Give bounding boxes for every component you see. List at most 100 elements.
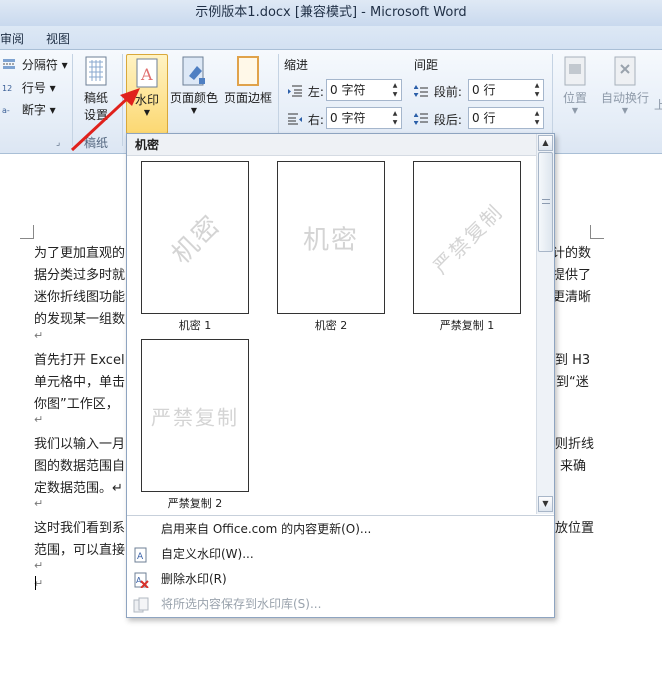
manuscript-settings-button[interactable]: 稿纸 设置 <box>78 56 114 123</box>
spinner-arrows-icon[interactable]: ▲ ▼ <box>390 109 400 127</box>
paragraph-mark: ↵ <box>34 329 44 342</box>
watermark-preview-text: 严禁复制 <box>151 405 239 429</box>
group-separator <box>72 54 73 146</box>
watermark-option-label: 严禁复制 2 <box>167 497 223 510</box>
margin-corner-mark <box>20 225 34 239</box>
text-cursor <box>35 576 36 590</box>
manuscript-label-1: 稿纸 <box>83 91 108 105</box>
watermark-option-label: 机密 1 <box>178 319 212 332</box>
grip-icon <box>542 199 550 204</box>
remove-watermark-menu-item[interactable]: A 删除水印(R) <box>127 567 554 592</box>
indent-right-label: 右: <box>307 113 324 127</box>
manuscript-group-label: 稿纸 <box>84 136 109 150</box>
chevron-down-icon: ▼ <box>571 106 579 115</box>
page-color-label: 页面颜色 <box>170 91 219 105</box>
indent-left-label: 左: <box>307 85 324 99</box>
doc-text-line: 提供了 <box>552 268 592 283</box>
indent-title: 缩进 <box>284 58 309 72</box>
separator-button[interactable]: 分隔符 ▾ <box>2 56 68 73</box>
spinner-arrows-icon[interactable]: ▲ ▼ <box>532 81 542 99</box>
svg-text:A: A <box>140 65 153 84</box>
scroll-up-icon[interactable]: ▲ <box>538 135 553 151</box>
doc-text-line: 据分类过多时就 <box>34 268 126 283</box>
page-setup-dialog-launcher[interactable]: ⌟ <box>56 138 60 148</box>
doc-text-line: 定数据范围。↵ <box>34 481 123 496</box>
remove-watermark-label: 删除水印(R) <box>161 572 227 586</box>
tab-review[interactable]: 审阅 <box>0 30 24 47</box>
paragraph-mark: ↵ <box>34 413 44 426</box>
line-numbers-icon: 12 <box>2 81 16 93</box>
indent-left-value: 0 字符 <box>330 83 366 97</box>
menu-divider <box>127 515 554 516</box>
bring-forward-button[interactable]: 上 <box>654 96 662 113</box>
watermark-option-label: 严禁复制 1 <box>439 319 495 332</box>
hyphenation-label: 断字 <box>21 103 46 117</box>
spacing-title: 间距 <box>414 58 439 72</box>
manuscript-label-2: 设置 <box>83 108 108 122</box>
watermark-preview-text: 机密 <box>302 225 360 255</box>
watermark-option-confidential-2[interactable]: 机密 机密 2 <box>277 161 387 333</box>
spacing-after-row: 段后: <box>413 111 462 128</box>
hyphenation-button[interactable]: a- 断字 ▾ <box>2 101 56 118</box>
svg-text:a-: a- <box>2 106 10 115</box>
chevron-down-icon: ▼ <box>143 108 151 117</box>
indent-right-value: 0 字符 <box>330 111 366 125</box>
chevron-down-icon: ▼ <box>190 106 198 115</box>
watermark-thumbnail: 严禁复制 <box>413 161 521 314</box>
group-separator <box>122 54 123 146</box>
scroll-down-icon[interactable]: ▼ <box>538 496 553 512</box>
manuscript-icon <box>78 56 114 89</box>
position-icon <box>556 56 594 89</box>
window-title: 示例版本1.docx [兼容模式] - Microsoft Word <box>195 5 467 20</box>
doc-text-line: 迷你折线图功能 <box>34 290 126 305</box>
save-to-watermark-gallery-label: 将所选内容保存到水印库(S)... <box>161 597 322 611</box>
watermark-option-do-not-copy-1[interactable]: 严禁复制 严禁复制 1 <box>413 161 523 333</box>
indent-right-field[interactable]: 0 字符 ▲ ▼ <box>326 107 402 129</box>
margin-corner-mark <box>590 225 604 239</box>
watermark-icon: A <box>127 58 167 91</box>
custom-watermark-label: 自定义水印(W)... <box>161 547 254 561</box>
watermark-button[interactable]: A 水印 ▼ <box>126 54 168 134</box>
spinner-arrows-icon[interactable]: ▲ ▼ <box>532 109 542 127</box>
indent-left-field[interactable]: 0 字符 ▲ ▼ <box>326 79 402 101</box>
update-from-office-menu-item[interactable]: 启用来自 Office.com 的内容更新(O)... <box>127 517 554 542</box>
scrollbar-thumb[interactable] <box>538 152 553 252</box>
doc-text-line: 单元格中，单击 <box>34 375 126 390</box>
spacing-before-value: 0 行 <box>472 83 496 97</box>
watermark-option-label: 机密 2 <box>314 319 348 332</box>
page-color-button[interactable]: 页面颜色 ▼ <box>170 56 218 115</box>
wrap-text-button[interactable]: 自动换行 ▼ <box>598 56 652 115</box>
spacing-before-field[interactable]: 0 行 ▲ ▼ <box>468 79 544 101</box>
doc-text-line: 到 H3 <box>555 353 591 368</box>
page-border-button[interactable]: 页面边框 <box>222 56 274 106</box>
spinner-arrows-icon[interactable]: ▲ ▼ <box>390 81 400 99</box>
hyphenation-icon: a- <box>2 103 16 115</box>
doc-text-line: 首先打开 Excel <box>34 353 125 368</box>
spacing-after-label: 段后: <box>433 113 462 127</box>
page-border-label: 页面边框 <box>223 91 272 105</box>
watermark-preview-text: 严禁复制 <box>428 198 508 279</box>
indent-left-row: 左: <box>288 83 324 100</box>
gallery-scrollbar[interactable]: ▲ ▼ <box>536 134 554 514</box>
doc-text-line: 图的数据范围自 <box>34 459 126 474</box>
spacing-after-value: 0 行 <box>472 111 496 125</box>
wrap-text-icon <box>598 56 652 89</box>
doc-text-line: 的发现某一组数 <box>34 312 126 327</box>
line-numbers-button[interactable]: 12 行号 ▾ <box>2 79 56 96</box>
watermark-thumbnail: 严禁复制 <box>141 339 249 492</box>
watermark-label: 水印 <box>134 93 159 107</box>
watermark-option-confidential-1[interactable]: 机密 机密 1 <box>141 161 251 333</box>
indent-right-icon <box>288 113 302 125</box>
tab-view[interactable]: 视图 <box>46 30 70 47</box>
doc-text-line: 放位置 <box>555 521 595 536</box>
doc-text-line: 到“迷 <box>556 375 589 390</box>
doc-text-line: 则折线 <box>555 437 595 452</box>
doc-text-line: 计的数 <box>552 246 592 261</box>
save-to-watermark-gallery-menu-item[interactable]: 将所选内容保存到水印库(S)... <box>127 592 554 617</box>
spacing-after-field[interactable]: 0 行 ▲ ▼ <box>468 107 544 129</box>
doc-text-line: 为了更加直观的 <box>34 246 126 261</box>
indent-right-row: 右: <box>288 111 324 128</box>
custom-watermark-menu-item[interactable]: A 自定义水印(W)... <box>127 542 554 567</box>
position-button[interactable]: 位置 ▼ <box>556 56 594 115</box>
watermark-option-do-not-copy-2[interactable]: 严禁复制 严禁复制 2 <box>141 339 251 511</box>
